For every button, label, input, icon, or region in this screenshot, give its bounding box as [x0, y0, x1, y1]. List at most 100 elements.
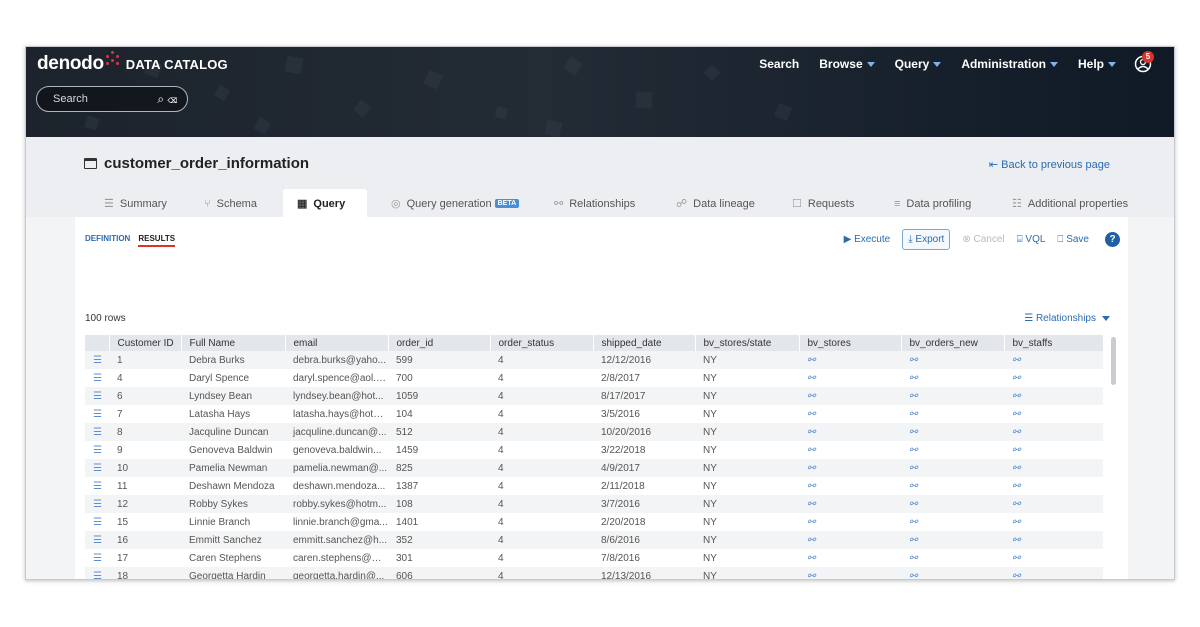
execute-button[interactable]: ▶︎ Execute: [844, 234, 891, 245]
relationship-link-icon[interactable]: ⚯: [901, 441, 1004, 459]
vql-button[interactable]: ⌸ VQL: [1017, 234, 1046, 245]
subtab-definition[interactable]: DEFINITION: [85, 234, 130, 247]
column-header[interactable]: bv_stores: [799, 335, 902, 351]
relationship-link-icon[interactable]: ⚯: [1004, 387, 1103, 405]
relationship-link-icon[interactable]: ⚯: [901, 405, 1004, 423]
row-details-icon[interactable]: ☰: [85, 531, 109, 549]
relationship-link-icon[interactable]: ⚯: [799, 441, 901, 459]
column-header[interactable]: Customer ID: [109, 335, 182, 351]
relationship-link-icon[interactable]: ⚯: [1004, 567, 1103, 579]
relationship-link-icon[interactable]: ⚯: [799, 567, 901, 579]
row-details-icon[interactable]: ☰: [85, 423, 109, 441]
relationship-link-icon[interactable]: ⚯: [901, 495, 1004, 513]
back-link[interactable]: ⇤ Back to previous page: [989, 158, 1110, 171]
relationship-link-icon[interactable]: ⚯: [901, 549, 1004, 567]
table-row[interactable]: ☰ 10 Pamelia Newman pamelia.newman@... 825 4 4…: [85, 459, 1103, 477]
table-row[interactable]: ☰ 8 Jacquline Duncan jacquline.duncan@... 51…: [85, 423, 1103, 441]
tab-relationships[interactable]: ⚯ Relationships: [544, 189, 645, 218]
table-row[interactable]: ☰ 6 Lyndsey Bean lyndsey.bean@hot... 1059 4 8/…: [85, 387, 1103, 405]
relationship-link-icon[interactable]: ⚯: [799, 495, 901, 513]
table-row[interactable]: ☰ 12 Robby Sykes robby.sykes@hotm... 108 4 3/7…: [85, 495, 1103, 513]
relationship-link-icon[interactable]: ⚯: [901, 387, 1004, 405]
relationship-link-icon[interactable]: ⚯: [799, 369, 901, 387]
table-row[interactable]: ☰ 15 Linnie Branch linnie.branch@gma... 1401…: [85, 513, 1103, 531]
relationship-link-icon[interactable]: ⚯: [799, 459, 901, 477]
nav-help[interactable]: Help: [1078, 57, 1116, 71]
tab-data-lineage[interactable]: ☍ Data lineage: [666, 189, 765, 218]
vertical-scrollbar[interactable]: [1111, 337, 1116, 385]
relationships-toggle[interactable]: ☰ Relationships: [1024, 313, 1110, 324]
relationship-link-icon[interactable]: ⚯: [1004, 495, 1103, 513]
row-details-icon[interactable]: ☰: [85, 441, 109, 459]
row-details-icon[interactable]: ☰: [85, 567, 109, 579]
relationship-link-icon[interactable]: ⚯: [1004, 459, 1103, 477]
tab-summary[interactable]: ☰ Summary: [94, 189, 177, 218]
relationship-link-icon[interactable]: ⚯: [799, 513, 901, 531]
relationship-link-icon[interactable]: ⚯: [799, 423, 901, 441]
relationship-link-icon[interactable]: ⚯: [1004, 369, 1103, 387]
column-header[interactable]: order_status: [490, 335, 594, 351]
nav-browse[interactable]: Browse: [819, 57, 875, 71]
relationship-link-icon[interactable]: ⚯: [1004, 513, 1103, 531]
row-details-icon[interactable]: ☰: [85, 549, 109, 567]
search-icon[interactable]: ⌕ ⌫: [157, 92, 177, 107]
row-details-icon[interactable]: ☰: [85, 351, 109, 369]
tab-requests[interactable]: ☐ Requests: [782, 189, 864, 218]
column-header[interactable]: Full Name: [181, 335, 286, 351]
export-button[interactable]: ⤓ Export: [902, 229, 951, 250]
column-header[interactable]: bv_orders_new: [901, 335, 1005, 351]
relationship-link-icon[interactable]: ⚯: [901, 531, 1004, 549]
column-header[interactable]: order_id: [388, 335, 491, 351]
relationship-link-icon[interactable]: ⚯: [1004, 423, 1103, 441]
relationship-link-icon[interactable]: ⚯: [799, 351, 901, 369]
relationship-link-icon[interactable]: ⚯: [1004, 441, 1103, 459]
tab-query-generation[interactable]: ◎ Query generation BETA: [381, 189, 529, 218]
relationship-link-icon[interactable]: ⚯: [901, 567, 1004, 579]
table-row[interactable]: ☰ 9 Genoveva Baldwin genoveva.baldwin... 145…: [85, 441, 1103, 459]
relationship-link-icon[interactable]: ⚯: [901, 459, 1004, 477]
relationship-link-icon[interactable]: ⚯: [799, 387, 901, 405]
row-details-icon[interactable]: ☰: [85, 369, 109, 387]
relationship-link-icon[interactable]: ⚯: [799, 531, 901, 549]
row-details-icon[interactable]: ☰: [85, 387, 109, 405]
nav-search[interactable]: Search: [759, 57, 799, 71]
column-header[interactable]: bv_stores/state: [695, 335, 800, 351]
relationship-link-icon[interactable]: ⚯: [1004, 351, 1103, 369]
relationship-link-icon[interactable]: ⚯: [1004, 531, 1103, 549]
relationship-link-icon[interactable]: ⚯: [1004, 477, 1103, 495]
column-header[interactable]: bv_staffs: [1004, 335, 1104, 351]
help-icon[interactable]: ?: [1105, 232, 1120, 247]
tab-data-profiling[interactable]: ≡ Data profiling: [884, 189, 981, 218]
search-input[interactable]: Search ⌕ ⌫: [36, 86, 188, 112]
relationship-link-icon[interactable]: ⚯: [901, 477, 1004, 495]
relationship-link-icon[interactable]: ⚯: [901, 513, 1004, 531]
nav-query[interactable]: Query: [895, 57, 942, 71]
save-button[interactable]: ⎕ Save: [1057, 234, 1089, 245]
nav-administration[interactable]: Administration: [961, 57, 1058, 71]
table-row[interactable]: ☰ 4 Daryl Spence daryl.spence@aol.c... 700 4 2…: [85, 369, 1103, 387]
relationship-link-icon[interactable]: ⚯: [901, 369, 1004, 387]
table-row[interactable]: ☰ 7 Latasha Hays latasha.hays@hotm... 104 4 3/…: [85, 405, 1103, 423]
row-details-icon[interactable]: ☰: [85, 495, 109, 513]
table-row[interactable]: ☰ 11 Deshawn Mendoza deshawn.mendoza... 1387…: [85, 477, 1103, 495]
subtab-results[interactable]: RESULTS: [138, 234, 176, 247]
logo[interactable]: denodo DATA CATALOG: [37, 51, 228, 75]
table-row[interactable]: ☰ 16 Emmitt Sanchez emmitt.sanchez@h... 352 4…: [85, 531, 1103, 549]
column-header[interactable]: email: [285, 335, 389, 351]
relationship-link-icon[interactable]: ⚯: [1004, 549, 1103, 567]
tab-query[interactable]: ▦ Query: [283, 189, 367, 218]
table-row[interactable]: ☰ 1 Debra Burks debra.burks@yaho... 599 4 12/1…: [85, 351, 1103, 369]
relationship-link-icon[interactable]: ⚯: [901, 423, 1004, 441]
relationship-link-icon[interactable]: ⚯: [799, 477, 901, 495]
row-details-icon[interactable]: ☰: [85, 459, 109, 477]
user-menu[interactable]: 5: [1134, 51, 1156, 73]
tab-schema[interactable]: ⑂ Schema: [194, 189, 267, 218]
table-row[interactable]: ☰ 17 Caren Stephens caren.stephens@m... 301 4…: [85, 549, 1103, 567]
cancel-button[interactable]: ⊗ Cancel: [962, 234, 1004, 245]
relationship-link-icon[interactable]: ⚯: [1004, 405, 1103, 423]
tab-additional-properties[interactable]: ☷ Additional properties: [1002, 189, 1138, 218]
row-details-icon[interactable]: ☰: [85, 477, 109, 495]
column-header[interactable]: shipped_date: [593, 335, 696, 351]
row-details-icon[interactable]: ☰: [85, 513, 109, 531]
row-details-icon[interactable]: ☰: [85, 405, 109, 423]
